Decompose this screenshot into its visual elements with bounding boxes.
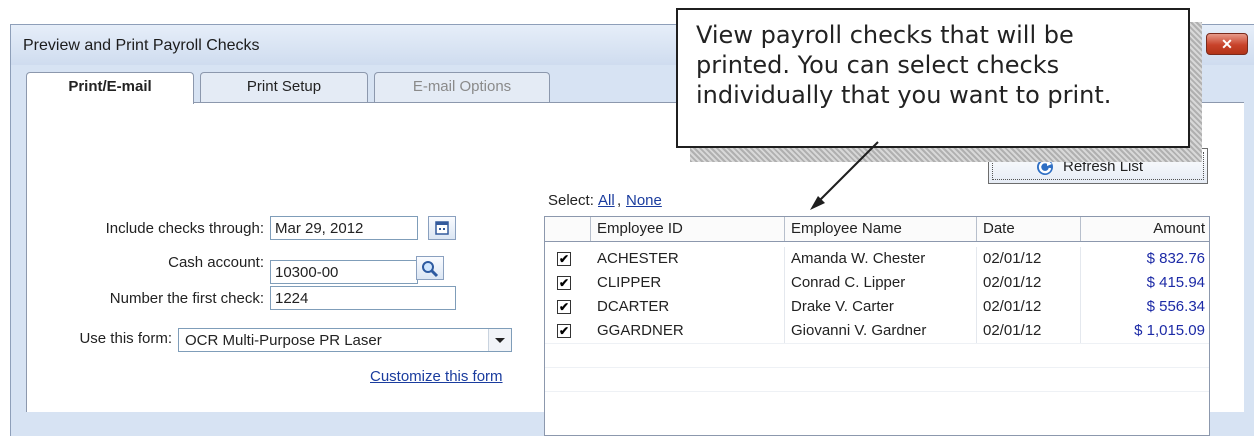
callout-arrow	[810, 141, 879, 210]
tab-print-email[interactable]: Print/E-mail	[26, 72, 194, 104]
